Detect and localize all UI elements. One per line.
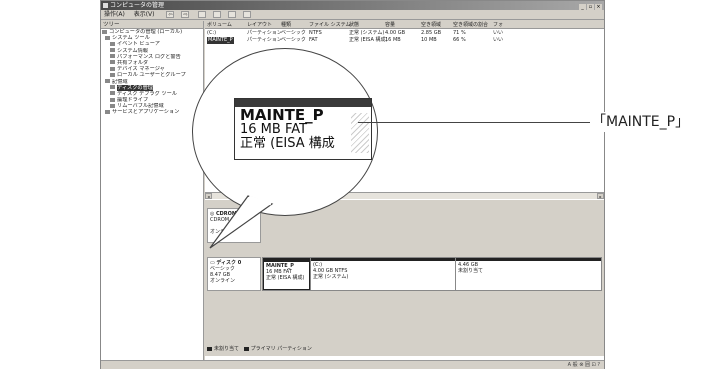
table-cell: 4.00 GB xyxy=(385,30,406,36)
shared-folder-icon xyxy=(110,60,115,65)
disk0-partition-strip: MAINTE_P 16 MB FAT 正常 (EISA 構成) (C:) 4.0… xyxy=(262,257,602,291)
column-header[interactable]: ボリューム xyxy=(207,21,232,29)
partition-status: 正常 (システム) xyxy=(313,274,349,280)
cdrom-type: CDROM (D:) xyxy=(210,217,241,223)
table-cell: FAT xyxy=(309,37,318,43)
legend-unallocated: 未割り当て xyxy=(214,346,240,352)
computer-icon xyxy=(102,29,107,34)
table-cell: NTFS xyxy=(309,30,322,36)
hatch-pattern xyxy=(351,113,369,153)
disk0-status: オンライン xyxy=(210,278,236,284)
menu-action[interactable]: 操作(A) xyxy=(104,11,125,18)
table-cell: (C:) xyxy=(207,30,217,36)
partition-bar xyxy=(456,258,601,261)
table-cell: 2.85 GB xyxy=(421,30,442,36)
properties-icon[interactable] xyxy=(228,11,237,18)
up-folder-icon[interactable] xyxy=(198,11,207,18)
table-cell: パーティション xyxy=(247,37,282,43)
column-header[interactable]: 状態 xyxy=(349,21,359,29)
zoomed-partition: MAINTE_P 16 MB FAT 正常 (EISA 構成 xyxy=(234,98,372,160)
partition-status: 未割り当て xyxy=(458,268,484,274)
cdrom-status: オンライン xyxy=(210,229,236,235)
partition-mainte-p[interactable]: MAINTE_P 16 MB FAT 正常 (EISA 構成) xyxy=(263,258,310,290)
forward-arrow-icon[interactable]: ⇨ xyxy=(181,11,190,18)
table-cell: いい xyxy=(493,37,504,43)
disk-graphical-view: ◎ CDROM 0 CDROM (D:) オンライン ▭ ディスク 0 ベーシッ… xyxy=(205,200,604,356)
table-row[interactable]: MAINTE_P パーティション ベーシック FAT 正常 (EISA 構成) … xyxy=(205,37,604,44)
column-header[interactable]: 空き領域 xyxy=(421,21,441,29)
tree-item-services-apps[interactable]: サービスとアプリケーション xyxy=(101,109,203,115)
drive-icon xyxy=(110,97,115,102)
table-cell: パーティション xyxy=(247,30,282,36)
table-cell: 71 % xyxy=(453,30,466,36)
column-header[interactable]: ファイル システム xyxy=(309,21,350,29)
tree-header: ツリー xyxy=(101,21,203,29)
partition-unallocated[interactable]: 4.46 GB 未割り当て xyxy=(455,258,601,290)
menu-view[interactable]: 表示(V) xyxy=(134,11,155,18)
column-header[interactable]: 容量 xyxy=(385,21,395,29)
console-tree: ツリー コンピュータの管理 (ローカル) システム ツール イベント ビューア … xyxy=(101,21,204,360)
disk-label-disk0[interactable]: ▭ ディスク 0 ベーシック 8.47 GB オンライン xyxy=(207,257,261,291)
system-info-icon xyxy=(110,48,115,53)
table-cell: 正常 (システム) xyxy=(349,30,385,36)
defrag-icon xyxy=(110,91,115,96)
performance-icon xyxy=(110,54,115,59)
ime-tray[interactable]: A 般 ⊗ 囲 ⊡ ? xyxy=(568,362,600,369)
partition-bar xyxy=(264,259,309,262)
disk-label-cdrom0[interactable]: ◎ CDROM 0 CDROM (D:) オンライン xyxy=(207,208,261,243)
table-cell: いい xyxy=(493,30,504,36)
storage-icon xyxy=(105,79,110,83)
menu-bar: 操作(A) 表示(V) ⇦ ⇨ xyxy=(101,10,604,20)
removable-storage-icon xyxy=(110,103,115,108)
disk-management-icon xyxy=(110,85,115,90)
column-header[interactable]: レイアウト xyxy=(247,21,272,29)
back-arrow-icon[interactable]: ⇦ xyxy=(166,11,175,18)
scroll-left-icon[interactable]: ◂ xyxy=(205,193,212,199)
users-icon xyxy=(110,72,115,77)
tools-icon xyxy=(105,35,110,40)
partition-bar xyxy=(311,258,455,261)
column-header[interactable]: 空き領域の割合 xyxy=(453,21,488,29)
partition-status: 正常 (EISA 構成) xyxy=(266,275,305,281)
table-cell: MAINTE_P xyxy=(207,37,234,44)
unallocated-swatch xyxy=(207,346,212,351)
toolbar: ⇦ ⇨ xyxy=(163,10,255,20)
window-title: コンピュータの管理 xyxy=(110,2,165,9)
table-cell: ベーシック xyxy=(281,37,306,43)
table-cell: ベーシック xyxy=(281,30,306,36)
volume-table-header: ボリューム レイアウト 種類 ファイル システム 状態 容量 空き領域 空き領域… xyxy=(205,21,604,29)
app-icon xyxy=(103,3,108,8)
primary-swatch xyxy=(243,346,249,351)
table-cell: 16 MB xyxy=(385,37,401,43)
table-cell: 正常 (EISA 構成) xyxy=(349,37,388,43)
scroll-right-icon[interactable]: ▸ xyxy=(597,193,604,199)
callout-label: 「MAINTE_P」 xyxy=(590,112,692,132)
legend-primary: プライマリ パーティション xyxy=(250,346,312,352)
services-icon xyxy=(105,109,110,114)
column-header[interactable]: フォ xyxy=(493,21,503,29)
column-header[interactable]: 種類 xyxy=(281,21,291,29)
show-tree-icon[interactable] xyxy=(213,11,222,18)
help-icon[interactable] xyxy=(243,11,252,18)
legend: 未割り当て プライマリ パーティション xyxy=(207,346,312,352)
table-row[interactable]: (C:) パーティション ベーシック NTFS 正常 (システム) 4.00 G… xyxy=(205,30,604,37)
partition-c[interactable]: (C:) 4.00 GB NTFS 正常 (システム) xyxy=(310,258,455,290)
table-cell: 10 MB xyxy=(421,37,437,43)
status-bar: A 般 ⊗ 囲 ⊡ ? xyxy=(101,360,604,369)
table-cell: 66 % xyxy=(453,37,466,43)
title-bar[interactable]: コンピュータの管理 _ ▫ × xyxy=(101,1,604,10)
device-manager-icon xyxy=(110,66,115,71)
event-viewer-icon xyxy=(110,41,115,46)
